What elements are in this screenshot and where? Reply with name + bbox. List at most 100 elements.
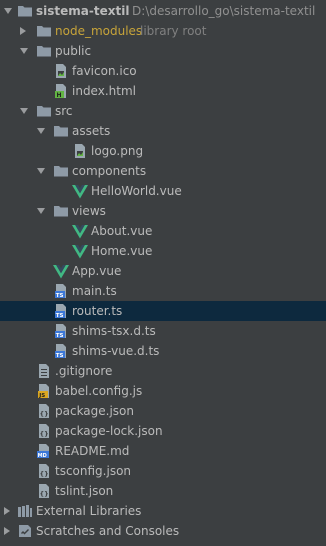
- tree-item-label: router.ts: [72, 304, 123, 318]
- expand-arrow-icon[interactable]: [20, 108, 28, 114]
- tree-item-label: public: [55, 44, 92, 58]
- tree-row-views[interactable]: views: [0, 201, 326, 221]
- tree-row-gitignore[interactable]: .gitignore: [0, 361, 326, 381]
- tree-row-main-ts[interactable]: TS main.ts: [0, 281, 326, 301]
- tree-row-favicon[interactable]: favicon.ico: [0, 61, 326, 81]
- tree-item-label: babel.config.js: [55, 384, 143, 398]
- svg-text:{}: {}: [40, 470, 49, 478]
- expand-arrow-icon[interactable]: [4, 8, 12, 14]
- tree-row-external-libraries[interactable]: External Libraries: [0, 501, 326, 521]
- tree-item-label: App.vue: [72, 264, 122, 278]
- svg-text:TS: TS: [56, 353, 64, 359]
- node-modules-label: node_modules: [55, 24, 143, 38]
- tree-item-label: tsconfig.json: [55, 464, 132, 478]
- scratches-icon: [19, 525, 31, 537]
- tree-item-label: logo.png: [91, 144, 144, 158]
- tree-item-label: favicon.ico: [72, 64, 137, 78]
- tree-item-label: README.md: [55, 444, 130, 458]
- tree-row-tsconfig[interactable]: {} tsconfig.json: [0, 461, 326, 481]
- project-name: sistema-textil: [36, 4, 130, 18]
- tree-row-public[interactable]: public: [0, 41, 326, 61]
- svg-text:TS: TS: [56, 333, 64, 339]
- tree-row-index-html[interactable]: H index.html: [0, 81, 326, 101]
- tree-row-app-vue[interactable]: App.vue: [0, 261, 326, 281]
- typescript-file-icon: TS: [55, 304, 66, 319]
- tree-item-label: src: [55, 104, 73, 118]
- collapse-arrow-icon[interactable]: [4, 527, 10, 535]
- tree-row-package-lock-json[interactable]: {} package-lock.json: [0, 421, 326, 441]
- tree-row-readme[interactable]: MD README.md: [0, 441, 326, 461]
- tree-row-router-ts[interactable]: TS router.ts: [0, 301, 326, 321]
- svg-text:{}: {}: [40, 490, 49, 498]
- tree-row-tslint[interactable]: {} tslint.json: [0, 481, 326, 501]
- image-file-icon: [75, 144, 85, 158]
- tree-row-logo-png[interactable]: logo.png: [0, 141, 326, 161]
- collapse-arrow-icon[interactable]: [20, 27, 26, 35]
- tree-row-babel-config[interactable]: JS babel.config.js: [0, 381, 326, 401]
- tree-item-label: Home.vue: [91, 244, 153, 258]
- tree-row-project-root[interactable]: sistema-textil D:\desarrollo_go\sistema-…: [0, 1, 326, 21]
- project-path: D:\desarrollo_go\sistema-textil: [132, 4, 316, 18]
- json-file-icon: {}: [39, 464, 49, 478]
- json-file-icon: {}: [39, 424, 49, 438]
- tree-row-components[interactable]: components: [0, 161, 326, 181]
- svg-text:TS: TS: [56, 313, 64, 319]
- image-file-icon: [56, 64, 66, 78]
- tree-item-label: views: [72, 204, 106, 218]
- tree-row-about-vue[interactable]: About.vue: [0, 221, 326, 241]
- svg-text:H: H: [57, 92, 62, 99]
- markdown-file-icon: MD: [37, 444, 49, 459]
- tree-item-label: External Libraries: [36, 504, 142, 518]
- tree-item-label: HelloWorld.vue: [91, 184, 182, 198]
- expand-arrow-icon[interactable]: [37, 168, 45, 174]
- tree-item-label: Scratches and Consoles: [36, 524, 180, 538]
- svg-text:MD: MD: [38, 453, 47, 459]
- typescript-file-icon: TS: [55, 344, 66, 359]
- json-file-icon: {}: [39, 484, 49, 498]
- json-file-icon: {}: [39, 404, 49, 418]
- svg-text:{}: {}: [40, 430, 49, 438]
- tree-item-label: shims-tsx.d.ts: [72, 324, 156, 338]
- tree-row-assets[interactable]: assets: [0, 121, 326, 141]
- tree-item-label: About.vue: [91, 224, 153, 238]
- expand-arrow-icon[interactable]: [37, 208, 45, 214]
- tree-item-label: package.json: [55, 404, 135, 418]
- tree-item-label: components: [72, 164, 147, 178]
- text-file-icon: [39, 364, 49, 378]
- project-tree: sistema-textil D:\desarrollo_go\sistema-…: [0, 0, 326, 546]
- tree-item-label: assets: [72, 124, 111, 138]
- svg-text:TS: TS: [56, 293, 64, 299]
- tree-row-helloworld-vue[interactable]: HelloWorld.vue: [0, 181, 326, 201]
- tree-row-node-modules[interactable]: node_modules library root: [0, 21, 326, 41]
- typescript-file-icon: TS: [55, 284, 66, 299]
- tree-item-label: main.ts: [72, 284, 117, 298]
- folder-icon: [37, 46, 51, 57]
- svg-text:JS: JS: [38, 393, 45, 399]
- library-root-note: library root: [140, 24, 207, 38]
- folder-icon: [37, 106, 51, 117]
- collapse-arrow-icon[interactable]: [4, 507, 10, 515]
- expand-arrow-icon[interactable]: [37, 128, 45, 134]
- folder-icon: [18, 6, 32, 17]
- folder-icon: [54, 206, 68, 217]
- tree-row-package-json[interactable]: {} package.json: [0, 401, 326, 421]
- tree-row-shims-vue[interactable]: TS shims-vue.d.ts: [0, 341, 326, 361]
- html-file-icon: H: [55, 84, 66, 99]
- folder-icon: [54, 166, 68, 177]
- tree-row-home-vue[interactable]: Home.vue: [0, 241, 326, 261]
- vue-file-icon: [72, 225, 88, 239]
- tree-item-label: index.html: [72, 84, 136, 98]
- tree-item-label: tslint.json: [55, 484, 114, 498]
- folder-icon: [37, 26, 51, 37]
- tree-row-shims-tsx[interactable]: TS shims-tsx.d.ts: [0, 321, 326, 341]
- vue-file-icon: [72, 185, 88, 199]
- javascript-file-icon: JS: [38, 384, 49, 399]
- tree-row-scratches[interactable]: Scratches and Consoles: [0, 521, 326, 541]
- vue-file-icon: [72, 245, 88, 259]
- vue-file-icon: [53, 265, 69, 279]
- expand-arrow-icon[interactable]: [20, 48, 28, 54]
- tree-row-src[interactable]: src: [0, 101, 326, 121]
- folder-icon: [54, 126, 68, 137]
- tree-item-label: package-lock.json: [55, 424, 163, 438]
- library-icon: [18, 505, 32, 517]
